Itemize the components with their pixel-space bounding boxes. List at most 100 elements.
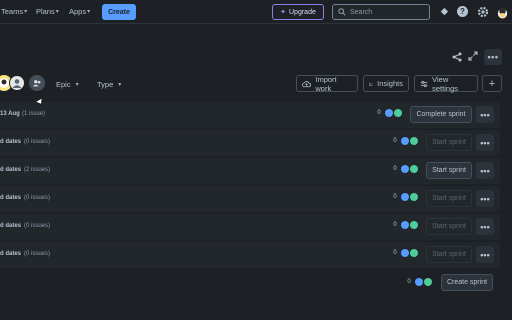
sprint-issue-count: (0 issues) <box>24 251 51 257</box>
search-icon <box>338 8 346 16</box>
sprint-row: 13 Aug (1 issue) 0 Complete sprint ••• <box>0 102 500 128</box>
sprint-estimates: 0 <box>374 109 402 117</box>
gear-icon[interactable] <box>476 5 490 19</box>
complete-sprint-button[interactable]: Complete sprint <box>410 106 472 123</box>
view-settings-button[interactable]: View settings <box>414 74 478 93</box>
estimate-todo: 0 <box>393 250 397 256</box>
estimate-todo: 0 <box>393 138 397 144</box>
estimate-done-badge <box>410 165 418 173</box>
apps-menu[interactable]: Apps ▾ <box>69 7 90 16</box>
sparkle-icon: ✦ <box>280 9 286 16</box>
estimate-in-progress-badge <box>401 193 409 201</box>
chevron-down-icon: ▾ <box>55 9 59 15</box>
epic-filter[interactable]: Epic ▾ <box>56 80 79 89</box>
sprint-estimates: 0 <box>390 249 418 257</box>
view-settings-label: View settings <box>432 74 458 93</box>
estimate-todo: 0 <box>393 222 397 228</box>
notifications-icon[interactable] <box>436 5 450 19</box>
share-icon[interactable] <box>452 52 462 65</box>
type-label: Type <box>97 80 114 89</box>
sprint-more-actions-button[interactable]: ••• <box>476 162 494 179</box>
estimate-in-progress-badge <box>401 165 409 173</box>
insights-label: Insights <box>377 79 403 88</box>
chevron-down-icon: ▾ <box>75 82 79 88</box>
sprint-row: d dates (0 issues) 0 Start sprint ••• <box>0 242 500 268</box>
board-more-actions-button[interactable]: ••• <box>484 49 502 65</box>
sprint-estimates: 0 <box>390 193 418 201</box>
chevron-down-icon: ▾ <box>87 9 91 15</box>
estimate-in-progress-badge <box>415 278 423 286</box>
estimate-in-progress-badge <box>385 109 393 117</box>
backlog-estimates: 0 <box>404 278 432 286</box>
sprint-estimates: 0 <box>390 165 418 173</box>
sprint-issue-count: (0 issues) <box>24 223 51 229</box>
create-button[interactable]: Create <box>102 4 136 20</box>
estimate-todo: 0 <box>407 279 411 285</box>
apps-label: Apps <box>69 7 87 16</box>
start-sprint-button[interactable]: Start sprint <box>426 134 472 151</box>
start-sprint-button[interactable]: Start sprint <box>426 190 472 207</box>
sprint-dates: d dates <box>0 139 22 145</box>
estimate-done-badge <box>410 193 418 201</box>
estimate-in-progress-badge <box>401 249 409 257</box>
help-icon[interactable]: ? <box>457 6 468 17</box>
sprint-issue-count: (2 issues) <box>24 167 51 173</box>
sprint-row: d dates (0 issues) 0 Start sprint ••• <box>0 214 500 240</box>
sprint-more-actions-button[interactable]: ••• <box>476 134 494 151</box>
epic-label: Epic <box>56 80 71 89</box>
sprint-more-actions-button[interactable]: ••• <box>476 246 494 263</box>
add-button[interactable]: + <box>482 75 502 92</box>
start-sprint-button[interactable]: Start sprint <box>426 162 472 179</box>
start-sprint-button[interactable]: Start sprint <box>426 218 472 235</box>
expand-icon[interactable] <box>468 51 478 64</box>
upgrade-button[interactable]: ✦ Upgrade <box>272 4 324 20</box>
estimate-todo: 0 <box>377 110 381 116</box>
sprint-estimates: 0 <box>390 137 418 145</box>
create-sprint-button[interactable]: Create sprint <box>441 274 493 291</box>
estimate-done-badge <box>410 137 418 145</box>
estimate-todo: 0 <box>393 194 397 200</box>
sprint-dates: 13 Aug <box>0 111 20 117</box>
estimate-in-progress-badge <box>401 137 409 145</box>
plans-menu[interactable]: Plans ▾ <box>36 7 59 16</box>
estimate-done-badge <box>410 221 418 229</box>
estimate-done-badge <box>424 278 432 286</box>
chart-icon <box>369 82 373 86</box>
sprint-dates: d dates <box>0 167 22 173</box>
teams-menu[interactable]: Teams ▾ <box>1 7 27 16</box>
sprint-more-actions-button[interactable]: ••• <box>476 106 494 123</box>
sliders-icon <box>420 80 428 87</box>
sprint-dates: d dates <box>0 195 22 201</box>
assignee-avatar[interactable] <box>9 75 25 91</box>
type-filter[interactable]: Type ▾ <box>97 80 121 89</box>
start-sprint-button[interactable]: Start sprint <box>426 246 472 263</box>
cloud-upload-icon <box>302 80 312 87</box>
estimate-in-progress-badge <box>401 221 409 229</box>
upgrade-label: Upgrade <box>289 8 316 16</box>
sprint-issue-count: (1 issue) <box>22 111 46 117</box>
sprint-more-actions-button[interactable]: ••• <box>476 218 494 235</box>
profile-avatar-icon[interactable] <box>495 5 509 19</box>
sprint-dates: d dates <box>0 223 22 229</box>
sprint-row: d dates (0 issues) 0 Start sprint ••• <box>0 130 500 156</box>
search-input[interactable]: Search <box>332 4 430 20</box>
sprint-more-actions-button[interactable]: ••• <box>476 190 494 207</box>
estimate-done-badge <box>394 109 402 117</box>
chevron-down-icon: ▾ <box>24 9 28 15</box>
sprint-dates: d dates <box>0 251 22 257</box>
import-work-label: Import work <box>315 74 337 93</box>
estimate-todo: 0 <box>393 166 397 172</box>
plans-label: Plans <box>36 7 55 16</box>
sprint-estimates: 0 <box>390 221 418 229</box>
sprint-issue-count: (0 issues) <box>24 195 51 201</box>
teams-label: Teams <box>1 7 24 16</box>
estimate-done-badge <box>410 249 418 257</box>
insights-button[interactable]: Insights <box>363 75 409 92</box>
group-avatar-icon[interactable] <box>29 75 45 91</box>
chevron-down-icon: ▾ <box>118 82 122 88</box>
import-work-button[interactable]: Import work <box>296 74 358 93</box>
top-navigation-bar: Teams ▾ Plans ▾ Apps ▾ Create ✦ Upgrade … <box>0 0 512 24</box>
sprint-row: d dates (0 issues) 0 Start sprint ••• <box>0 186 500 212</box>
sprint-row: d dates (2 issues) 0 Start sprint ••• <box>0 158 500 184</box>
sprint-issue-count: (0 issues) <box>24 139 51 145</box>
